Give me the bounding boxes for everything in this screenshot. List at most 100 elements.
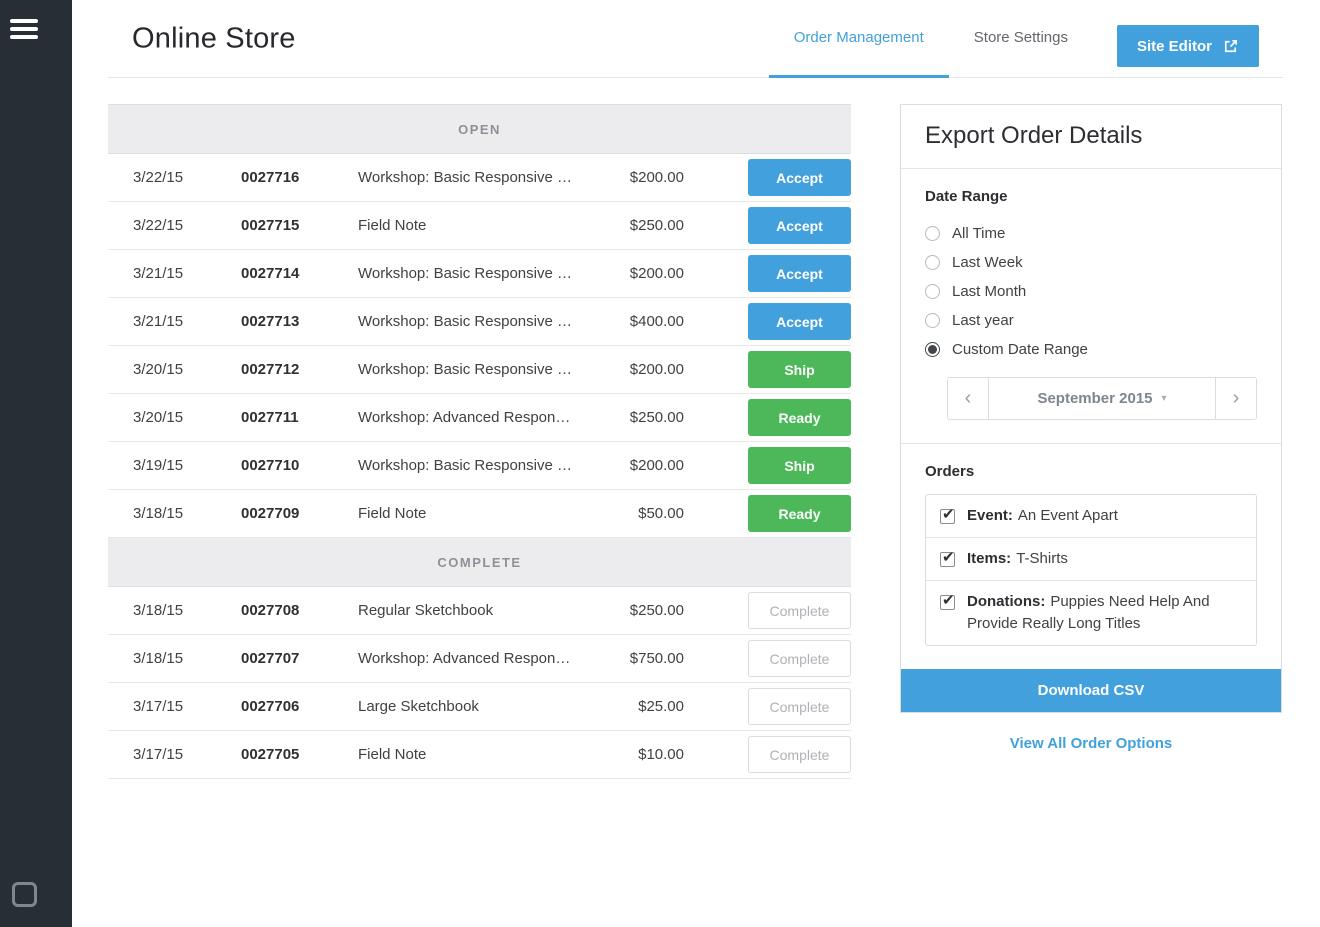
checkbox-event[interactable]: ✔ Event:An Event Apart	[926, 495, 1256, 538]
table-row: 3/22/15 0027716 Workshop: Basic Responsi…	[108, 154, 851, 202]
orders-filter-section: Orders ✔ Event:An Event Apart ✔ Items:T-…	[901, 444, 1281, 669]
order-action-button[interactable]: Accept	[748, 255, 851, 292]
month-picker-value[interactable]: September 2015 ▾	[989, 378, 1215, 419]
hamburger-bar	[10, 35, 38, 39]
radio-custom-date-range[interactable]: Custom Date Range	[925, 335, 1257, 364]
order-number: 0027706	[241, 698, 358, 715]
checkbox-label-wrap: Donations:Puppies Need Help And Provide …	[967, 591, 1242, 635]
radio-icon	[925, 255, 940, 270]
order-description: Workshop: Basic Responsive …	[358, 313, 594, 330]
external-link-icon	[1222, 38, 1239, 55]
month-label: September 2015	[1037, 390, 1152, 407]
check-icon: ✔	[942, 504, 955, 526]
order-action-button[interactable]: Complete	[748, 640, 851, 677]
checkbox-icon[interactable]: ✔	[940, 595, 955, 610]
order-action-button[interactable]: Complete	[748, 688, 851, 725]
order-action-button[interactable]: Complete	[748, 736, 851, 773]
order-description: Workshop: Advanced Respon…	[358, 650, 594, 667]
order-description: Regular Sketchbook	[358, 602, 594, 619]
order-amount: $250.00	[594, 217, 748, 234]
radio-last-week[interactable]: Last Week	[925, 248, 1257, 277]
checkbox-items[interactable]: ✔ Items: T-Shirts	[926, 538, 1256, 581]
caret-down-icon: ▾	[1162, 393, 1167, 404]
order-date: 3/17/15	[133, 698, 241, 715]
hamburger-bar	[10, 27, 38, 31]
check-icon: ✔	[942, 590, 955, 612]
radio-all-time[interactable]: All Time	[925, 219, 1257, 248]
main-content: Online Store Order Management Store Sett…	[72, 0, 1320, 927]
order-number: 0027711	[241, 409, 358, 426]
checkbox-text: T-Shirts	[1016, 550, 1068, 567]
tab-order-management[interactable]: Order Management	[769, 0, 949, 78]
order-amount: $200.00	[594, 169, 748, 186]
table-row: 3/18/15 0027708 Regular Sketchbook $250.…	[108, 587, 851, 635]
table-row: 3/17/15 0027705 Field Note $10.00 Comple…	[108, 731, 851, 779]
date-range-label: Date Range	[925, 188, 1257, 205]
checkbox-icon[interactable]: ✔	[940, 552, 955, 567]
checkbox-label: Donations:	[967, 593, 1045, 610]
table-row: 3/21/15 0027713 Workshop: Basic Responsi…	[108, 298, 851, 346]
order-date: 3/22/15	[133, 169, 241, 186]
check-icon: ✔	[942, 547, 955, 569]
app-logo-icon[interactable]	[12, 882, 37, 907]
order-action-button[interactable]: Accept	[748, 207, 851, 244]
order-amount: $200.00	[594, 361, 748, 378]
checkbox-label: Items:	[967, 550, 1011, 567]
radio-last-month[interactable]: Last Month	[925, 277, 1257, 306]
order-action-button[interactable]: Ship	[748, 351, 851, 388]
order-amount: $25.00	[594, 698, 748, 715]
order-description: Field Note	[358, 217, 594, 234]
next-month-button[interactable]: ›	[1215, 378, 1256, 419]
site-editor-label: Site Editor	[1137, 38, 1212, 55]
order-action-button[interactable]: Ready	[748, 399, 851, 436]
download-csv-button[interactable]: Download CSV	[901, 669, 1281, 712]
order-amount: $200.00	[594, 265, 748, 282]
order-amount: $50.00	[594, 505, 748, 522]
page-title: Online Store	[132, 22, 296, 55]
order-action-button[interactable]: Accept	[748, 303, 851, 340]
order-number: 0027716	[241, 169, 358, 186]
hamburger-menu-icon[interactable]	[10, 19, 38, 39]
order-description: Workshop: Basic Responsive …	[358, 169, 594, 186]
radio-icon	[925, 313, 940, 328]
radio-label: Custom Date Range	[952, 341, 1088, 358]
table-row: 3/19/15 0027710 Workshop: Basic Responsi…	[108, 442, 851, 490]
radio-label: Last Month	[952, 283, 1026, 300]
order-action-button[interactable]: Ready	[748, 495, 851, 532]
order-number: 0027712	[241, 361, 358, 378]
prev-month-button[interactable]: ‹	[948, 378, 989, 419]
order-amount: $250.00	[594, 602, 748, 619]
tab-store-settings[interactable]: Store Settings	[949, 0, 1093, 78]
order-number: 0027713	[241, 313, 358, 330]
order-amount: $400.00	[594, 313, 748, 330]
page-header: Online Store Order Management Store Sett…	[108, 0, 1283, 78]
checkbox-icon[interactable]: ✔	[940, 509, 955, 524]
order-number: 0027708	[241, 602, 358, 619]
radio-icon	[925, 284, 940, 299]
table-row: 3/17/15 0027706 Large Sketchbook $25.00 …	[108, 683, 851, 731]
order-amount: $250.00	[594, 409, 748, 426]
export-card-title: Export Order Details	[925, 122, 1257, 150]
view-all-order-options-link[interactable]: View All Order Options	[900, 735, 1282, 752]
site-editor-button[interactable]: Site Editor	[1117, 25, 1259, 67]
sidebar	[0, 0, 72, 927]
radio-last-year[interactable]: Last year	[925, 306, 1257, 335]
order-date: 3/18/15	[133, 505, 241, 522]
order-number: 0027715	[241, 217, 358, 234]
order-amount: $750.00	[594, 650, 748, 667]
month-picker: ‹ September 2015 ▾ ›	[947, 377, 1257, 420]
order-number: 0027714	[241, 265, 358, 282]
order-action-button[interactable]: Accept	[748, 159, 851, 196]
order-action-button[interactable]: Complete	[748, 592, 851, 629]
order-action-button[interactable]: Ship	[748, 447, 851, 484]
radio-label: Last Week	[952, 254, 1023, 271]
table-row: 3/21/15 0027714 Workshop: Basic Responsi…	[108, 250, 851, 298]
header-nav: Order Management Store Settings Site Edi…	[769, 0, 1259, 78]
checkbox-label: Event:	[967, 507, 1013, 524]
table-row: 3/20/15 0027711 Workshop: Advanced Respo…	[108, 394, 851, 442]
section-header-open: OPEN	[108, 105, 851, 154]
order-date: 3/21/15	[133, 313, 241, 330]
order-number: 0027707	[241, 650, 358, 667]
order-date: 3/20/15	[133, 409, 241, 426]
checkbox-donations[interactable]: ✔ Donations:Puppies Need Help And Provid…	[926, 581, 1256, 645]
